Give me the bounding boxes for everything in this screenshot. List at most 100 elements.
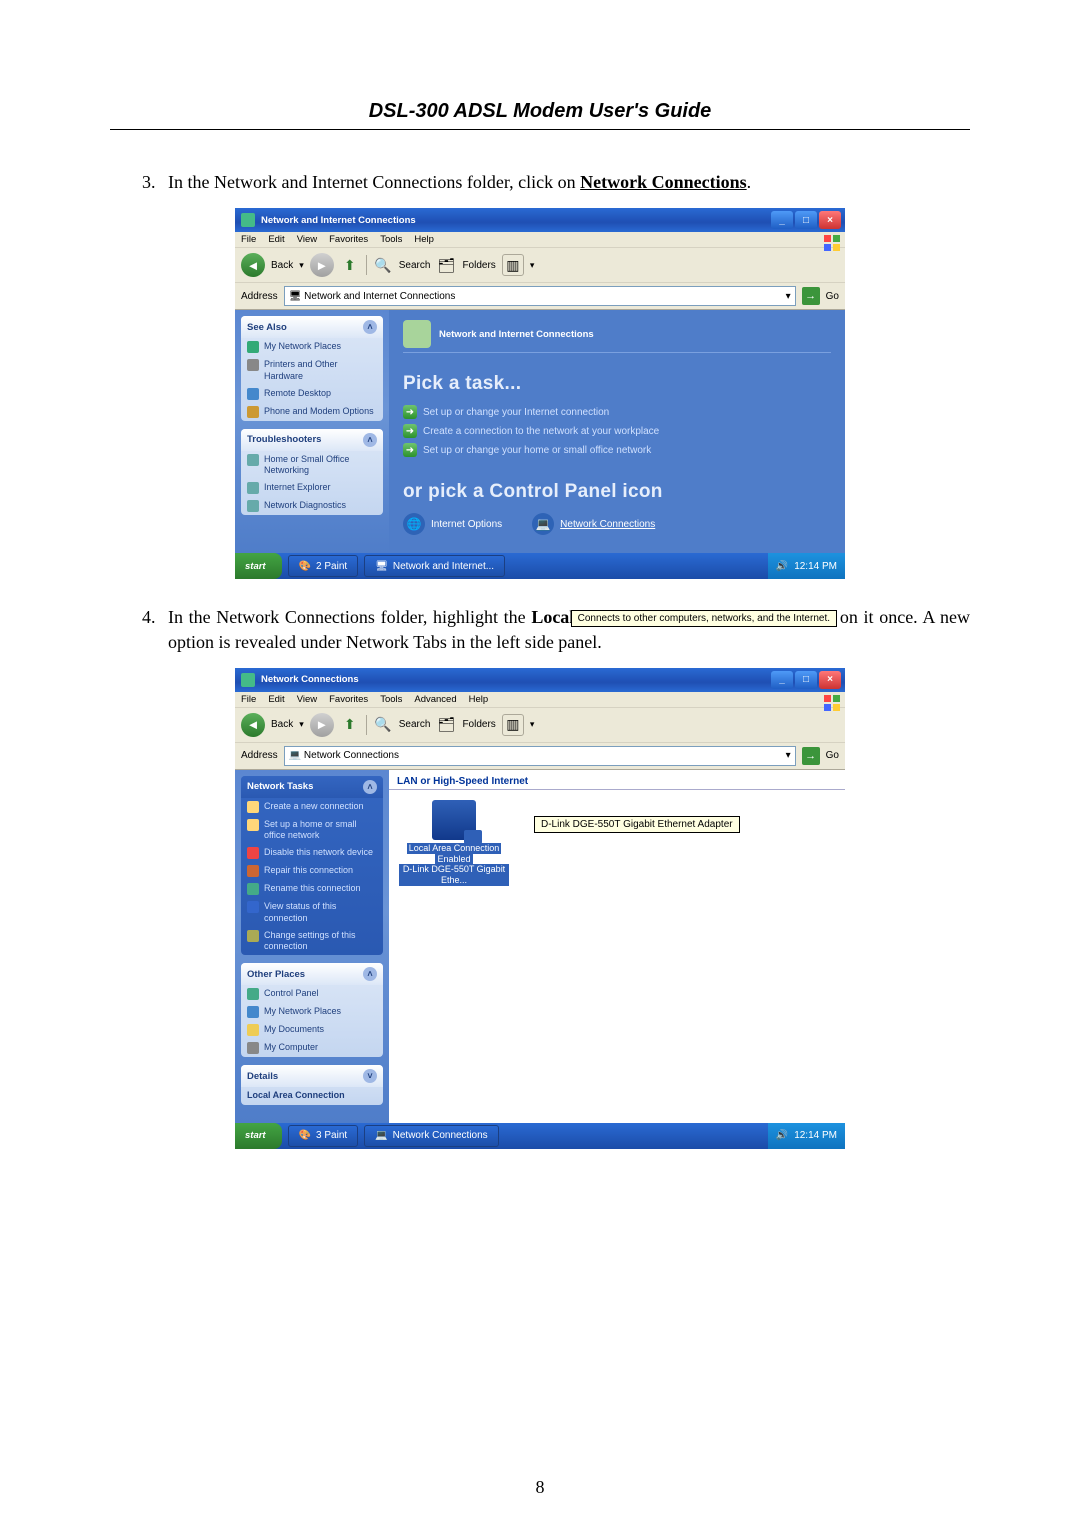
- menu-tools[interactable]: Tools: [380, 694, 402, 705]
- address-input[interactable]: 💻 Network Connections ▾: [284, 746, 796, 766]
- task-workplace[interactable]: ➜Create a connection to the network at y…: [403, 424, 831, 438]
- line1: Local Area Connection: [407, 843, 502, 854]
- menu-view[interactable]: View: [297, 234, 317, 245]
- task-repair[interactable]: Repair this connection: [241, 862, 383, 880]
- taskbar-app-network[interactable]: 💻Network Connections: [364, 1125, 499, 1147]
- sidebar-item-homenet[interactable]: Home or Small Office Networking: [241, 451, 383, 480]
- taskbar-app-paint[interactable]: 🎨3 Paint: [288, 1125, 359, 1147]
- line3: D-Link DGE-550T Gigabit Ethe...: [399, 864, 509, 886]
- views-icon[interactable]: ▥: [502, 714, 524, 736]
- menu-edit[interactable]: Edit: [268, 234, 284, 245]
- start-button[interactable]: start: [235, 553, 282, 579]
- forward-button[interactable]: ►: [310, 253, 334, 277]
- chevron-down-icon[interactable]: ˅: [363, 1069, 377, 1083]
- system-tray[interactable]: 🔊12:14 PM: [768, 1123, 845, 1149]
- chevron-up-icon[interactable]: ˄: [363, 967, 377, 981]
- task-change-settings[interactable]: Change settings of this connection: [241, 927, 383, 956]
- folders-icon[interactable]: 🗂: [436, 715, 456, 735]
- search-icon[interactable]: 🔍: [373, 255, 393, 275]
- menu-edit[interactable]: Edit: [268, 694, 284, 705]
- maximize-button[interactable]: □: [795, 671, 817, 689]
- task-create-connection[interactable]: Create a new connection: [241, 798, 383, 816]
- go-label: Go: [826, 750, 839, 761]
- local-area-connection-icon[interactable]: Local Area Connection Enabled D-Link DGE…: [399, 800, 509, 886]
- system-tray[interactable]: 🔊12:14 PM: [768, 553, 845, 579]
- go-button[interactable]: →: [802, 747, 820, 765]
- details-header[interactable]: Details ˅: [241, 1065, 383, 1087]
- menu-tools[interactable]: Tools: [380, 234, 402, 245]
- chevron-up-icon[interactable]: ˄: [363, 780, 377, 794]
- menu-favorites[interactable]: Favorites: [329, 694, 368, 705]
- taskbar-app-paint[interactable]: 🎨2 Paint: [288, 555, 359, 577]
- menu-file[interactable]: File: [241, 694, 256, 705]
- titlebar[interactable]: Network Connections _ □ ×: [235, 668, 845, 692]
- sidebar-item-mynetplaces[interactable]: My Network Places: [241, 338, 383, 356]
- task-home-network[interactable]: ➜Set up or change your home or small off…: [403, 443, 831, 457]
- cp-network-connections[interactable]: 💻Network Connections: [532, 513, 655, 535]
- menu-favorites[interactable]: Favorites: [329, 234, 368, 245]
- other-mynetplaces[interactable]: My Network Places: [241, 1003, 383, 1021]
- close-button[interactable]: ×: [819, 211, 841, 229]
- other-places-header[interactable]: Other Places ˄: [241, 963, 383, 985]
- titlebar[interactable]: Network and Internet Connections _ □ ×: [235, 208, 845, 232]
- task-setup-internet[interactable]: ➜ Set up or change your Internet connecti…: [403, 405, 831, 419]
- minimize-button[interactable]: _: [771, 211, 793, 229]
- chevron-down-icon[interactable]: ▾: [786, 750, 791, 761]
- task-pane: See Also ˄ My Network Places Printers an…: [235, 310, 389, 553]
- category-title: Network and Internet Connections: [439, 329, 594, 340]
- other-mydocs[interactable]: My Documents: [241, 1021, 383, 1039]
- label: 2 Paint: [316, 561, 347, 572]
- other-control-panel[interactable]: Control Panel: [241, 985, 383, 1003]
- taskbar-app-network[interactable]: 🖥Network and Internet...: [364, 555, 505, 577]
- window-body: See Also ˄ My Network Places Printers an…: [235, 310, 845, 553]
- task-status[interactable]: View status of this connection: [241, 898, 383, 927]
- label: Change settings of this connection: [264, 930, 377, 953]
- sidebar-item-phone[interactable]: Phone and Modem Options: [241, 403, 383, 421]
- minimize-button[interactable]: _: [771, 671, 793, 689]
- label: Phone and Modem Options: [264, 406, 374, 417]
- chevron-down-icon[interactable]: ▾: [786, 291, 791, 302]
- back-button[interactable]: ◄: [241, 253, 265, 277]
- up-icon[interactable]: ⬆: [340, 255, 360, 275]
- menubar: File Edit View Favorites Tools Advanced …: [235, 692, 845, 707]
- help-icon: [247, 454, 259, 466]
- menu-view[interactable]: View: [297, 694, 317, 705]
- label: Set up or change your Internet connectio…: [423, 407, 609, 418]
- sidebar-item-remote[interactable]: Remote Desktop: [241, 385, 383, 403]
- maximize-button[interactable]: □: [795, 211, 817, 229]
- address-label: Address: [241, 291, 278, 302]
- up-icon[interactable]: ⬆: [340, 715, 360, 735]
- pick-icon-heading: or pick a Control Panel icon: [403, 481, 831, 503]
- troubleshooters-header[interactable]: Troubleshooters ˄: [241, 429, 383, 451]
- chevron-up-icon[interactable]: ˄: [363, 433, 377, 447]
- toolbar: ◄ Back ▾ ► ⬆ 🔍 Search 🗂 Folders ▥ ▾: [235, 707, 845, 743]
- see-also-header[interactable]: See Also ˄: [241, 316, 383, 338]
- menu-file[interactable]: File: [241, 234, 256, 245]
- folders-icon[interactable]: 🗂: [436, 255, 456, 275]
- go-button[interactable]: →: [802, 287, 820, 305]
- search-icon[interactable]: 🔍: [373, 715, 393, 735]
- start-button[interactable]: start: [235, 1123, 282, 1149]
- sidebar-item-netdiag[interactable]: Network Diagnostics: [241, 497, 383, 515]
- back-button[interactable]: ◄: [241, 713, 265, 737]
- sidebar-item-printers[interactable]: Printers and Other Hardware: [241, 356, 383, 385]
- app-icon: 💻: [375, 1130, 387, 1141]
- task-rename[interactable]: Rename this connection: [241, 880, 383, 898]
- task-disable[interactable]: Disable this network device: [241, 844, 383, 862]
- network-tasks-header[interactable]: Network Tasks ˄: [241, 776, 383, 798]
- forward-button[interactable]: ►: [310, 713, 334, 737]
- close-button[interactable]: ×: [819, 671, 841, 689]
- cp-internet-options[interactable]: 🌐Internet Options: [403, 513, 502, 535]
- menu-help[interactable]: Help: [469, 694, 489, 705]
- address-input[interactable]: 🖥 Network and Internet Connections ▾: [284, 286, 796, 306]
- chevron-up-icon[interactable]: ˄: [363, 320, 377, 334]
- content-area: LAN or High-Speed Internet Local Area Co…: [389, 770, 845, 1123]
- repair-icon: [247, 865, 259, 877]
- arrow-icon: ➜: [403, 405, 417, 419]
- task-setup-homenet[interactable]: Set up a home or small office network: [241, 816, 383, 845]
- menu-help[interactable]: Help: [414, 234, 434, 245]
- menu-advanced[interactable]: Advanced: [414, 694, 456, 705]
- other-mycomputer[interactable]: My Computer: [241, 1039, 383, 1057]
- sidebar-item-ie[interactable]: Internet Explorer: [241, 479, 383, 497]
- views-icon[interactable]: ▥: [502, 254, 524, 276]
